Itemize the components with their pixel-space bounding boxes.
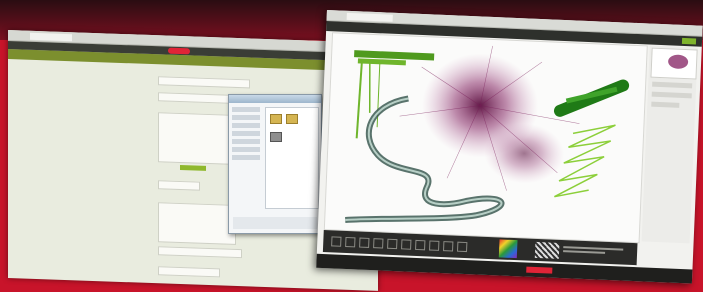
form-label [104,180,144,187]
ellipse-tool-icon[interactable] [415,239,426,251]
layers-panel [641,45,698,244]
pencil-tool-icon[interactable] [345,236,356,248]
sidebar-item[interactable] [232,155,260,160]
dialog-sidebar [232,107,260,163]
move-tool-icon[interactable] [443,241,454,252]
eraser-tool-icon[interactable] [359,237,370,248]
brush-tool-icon[interactable] [331,236,342,247]
form-textarea[interactable] [158,112,236,165]
panel-button[interactable] [651,101,680,108]
form-label [104,76,144,83]
drive-icon[interactable] [270,132,282,142]
green-zigzag-stroke [553,79,630,198]
dialog-file-list [265,107,319,209]
sidebar-item[interactable] [232,139,260,144]
folder-icon[interactable] [286,114,298,124]
folder-icon[interactable] [270,114,282,124]
form-textarea[interactable] [158,202,236,245]
sidebar-item[interactable] [232,147,260,152]
form-input[interactable] [158,180,200,191]
panel-button[interactable] [652,81,693,89]
brush-settings [563,246,624,259]
drawing-canvas[interactable] [323,32,648,244]
browser-tab[interactable] [30,32,72,42]
sidebar-item[interactable] [232,131,260,136]
sidebar-item[interactable] [232,115,260,120]
form-label [104,92,144,99]
submit-button[interactable] [180,165,206,171]
rect-tool-icon[interactable] [401,239,412,250]
red-taskbar-button[interactable] [526,266,553,274]
paint-browser-window [316,10,703,284]
green-action-button[interactable] [681,37,697,45]
fill-tool-icon[interactable] [373,238,384,249]
zoom-tool-icon[interactable] [456,241,468,253]
purple-splatter [399,45,580,191]
dialog-footer [233,217,317,229]
form-input[interactable] [158,266,220,278]
canvas-artwork [345,45,630,223]
form-input[interactable] [158,92,230,104]
sidebar-item[interactable] [232,107,260,112]
form-label [104,246,144,253]
red-logo-icon[interactable] [168,47,190,55]
color-wheel-icon[interactable] [498,239,518,259]
line-tool-icon[interactable] [387,238,398,250]
form-label [104,202,144,209]
thumbnail-preview-icon [668,54,689,69]
browser-tab[interactable] [346,12,393,22]
text-tool-icon[interactable] [429,240,440,251]
striped-pattern-icon[interactable] [534,241,560,259]
layer-thumbnail[interactable] [650,47,698,80]
form-label [104,266,144,273]
green-brush-stroke [354,50,435,139]
sidebar-item[interactable] [232,123,260,128]
panel-button[interactable] [651,91,692,99]
file-open-dialog [228,94,322,234]
dialog-titlebar[interactable] [229,95,321,103]
form-input[interactable] [158,76,250,89]
form-input[interactable] [158,246,242,259]
form-label [104,112,144,119]
